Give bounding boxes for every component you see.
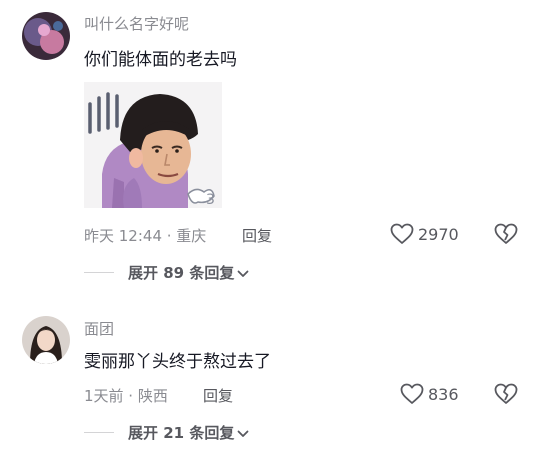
- like-count: 2970: [418, 224, 459, 244]
- avatar[interactable]: [22, 12, 70, 60]
- chevron-down-icon: [237, 424, 249, 442]
- expand-replies-label: 展开 21 条回复: [128, 424, 235, 442]
- comment-sticker-image[interactable]: 3: [84, 82, 222, 208]
- like-button[interactable]: 2970: [390, 223, 459, 245]
- broken-heart-icon: [494, 223, 518, 249]
- heart-outline-icon: [400, 383, 424, 405]
- comment-text: 你们能体面的老去吗: [84, 50, 237, 70]
- expand-replies-button[interactable]: 展开 89 条回复: [84, 262, 249, 283]
- chevron-down-icon: [237, 264, 249, 282]
- svg-text:3: 3: [206, 192, 215, 208]
- reply-button[interactable]: 回复: [242, 225, 272, 246]
- avatar[interactable]: [22, 316, 70, 364]
- dislike-button[interactable]: [494, 383, 518, 409]
- expand-replies-label: 展开 89 条回复: [128, 264, 235, 282]
- dislike-button[interactable]: [494, 223, 518, 249]
- broken-heart-icon: [494, 383, 518, 409]
- like-count: 836: [428, 384, 459, 404]
- divider-line: [84, 272, 114, 273]
- username[interactable]: 面团: [84, 318, 114, 339]
- comment-text: 雯丽那丫头终于熬过去了: [84, 352, 271, 372]
- reply-button[interactable]: 回复: [203, 385, 233, 406]
- comment-meta: 1天前 · 陕西: [84, 387, 168, 405]
- comment-meta: 昨天 12:44 · 重庆: [84, 227, 207, 245]
- expand-replies-button[interactable]: 展开 21 条回复: [84, 422, 249, 443]
- divider-line: [84, 432, 114, 433]
- like-button[interactable]: 836: [400, 383, 459, 405]
- username[interactable]: 叫什么名字好呢: [84, 13, 189, 34]
- heart-outline-icon: [390, 223, 414, 245]
